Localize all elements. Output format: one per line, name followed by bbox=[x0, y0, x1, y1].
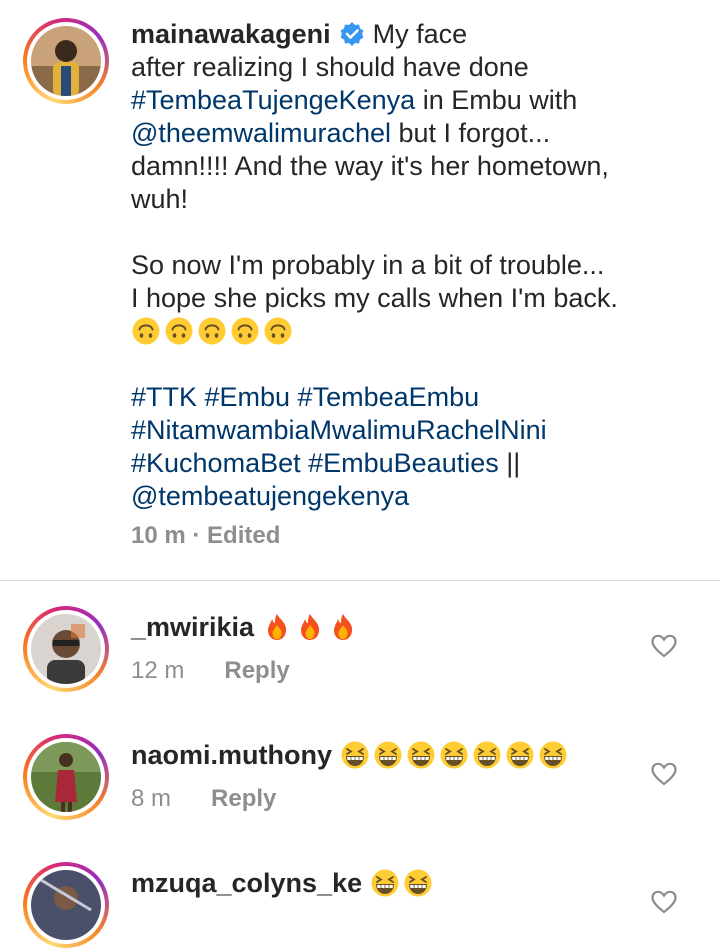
hashtags-line[interactable]: #TTK #Embu #TembeaEmbu bbox=[131, 381, 691, 414]
emoji-row bbox=[370, 868, 436, 898]
comment-time: 8 m bbox=[131, 785, 172, 812]
upside-down-face-emoji bbox=[231, 317, 259, 345]
like-heart-icon[interactable] bbox=[651, 762, 677, 786]
upside-down-face-emoji bbox=[264, 317, 292, 345]
grinning-squinting-emoji bbox=[506, 741, 534, 769]
comment-avatar-ring[interactable] bbox=[23, 862, 109, 948]
like-heart-icon[interactable] bbox=[651, 634, 677, 658]
mention-link[interactable]: @theemwalimurachel bbox=[131, 118, 391, 148]
post-avatar-ring[interactable] bbox=[23, 18, 109, 104]
fire-emoji bbox=[300, 614, 319, 640]
emoji-row bbox=[340, 740, 571, 770]
upside-down-face-emoji bbox=[165, 317, 193, 345]
hashtags-line[interactable]: #NitamwambiaMwalimuRachelNini bbox=[131, 414, 691, 447]
hashtags-line[interactable]: #KuchomaBet #EmbuBeauties bbox=[131, 448, 499, 478]
upside-down-face-emoji bbox=[132, 317, 160, 345]
emoji-row bbox=[131, 315, 691, 348]
comment-meta: 12 m Reply bbox=[131, 657, 290, 685]
verified-badge-icon bbox=[339, 21, 365, 47]
post-caption: mainawakageni My face after realizing I s… bbox=[131, 18, 691, 552]
grinning-squinting-emoji bbox=[407, 741, 435, 769]
post-username[interactable]: mainawakageni bbox=[131, 19, 331, 49]
reply-button[interactable]: Reply bbox=[211, 785, 276, 812]
comment-avatar[interactable] bbox=[31, 870, 101, 940]
comment-username[interactable]: _mwirikia bbox=[131, 612, 361, 643]
hashtag-link[interactable]: #TembeaTujengeKenya bbox=[131, 85, 415, 115]
comment-time: 12 m bbox=[131, 657, 185, 684]
grinning-squinting-emoji bbox=[440, 741, 468, 769]
grinning-squinting-emoji bbox=[341, 741, 369, 769]
grinning-squinting-emoji bbox=[473, 741, 501, 769]
divider bbox=[0, 580, 720, 581]
fire-emoji bbox=[333, 614, 352, 640]
grinning-squinting-emoji bbox=[539, 741, 567, 769]
comment-username[interactable]: naomi.muthony bbox=[131, 740, 571, 771]
comment-avatar[interactable] bbox=[31, 614, 101, 684]
fire-emoji bbox=[267, 614, 286, 640]
comment-username[interactable]: mzuqa_colyns_ke bbox=[131, 868, 436, 899]
comment-avatar-ring[interactable] bbox=[23, 606, 109, 692]
post-meta: 10 m · Edited bbox=[131, 522, 281, 549]
grinning-squinting-emoji bbox=[371, 869, 399, 897]
post-avatar[interactable] bbox=[31, 26, 101, 96]
comment-avatar-ring[interactable] bbox=[23, 734, 109, 820]
comment-avatar[interactable] bbox=[31, 742, 101, 812]
like-heart-icon[interactable] bbox=[651, 890, 677, 914]
upside-down-face-emoji bbox=[198, 317, 226, 345]
grinning-squinting-emoji bbox=[374, 741, 402, 769]
comment-meta: 8 m Reply bbox=[131, 785, 276, 813]
grinning-squinting-emoji bbox=[404, 869, 432, 897]
emoji-row bbox=[262, 612, 361, 642]
mention-link[interactable]: @tembeatujengekenya bbox=[131, 480, 691, 513]
reply-button[interactable]: Reply bbox=[224, 657, 289, 684]
